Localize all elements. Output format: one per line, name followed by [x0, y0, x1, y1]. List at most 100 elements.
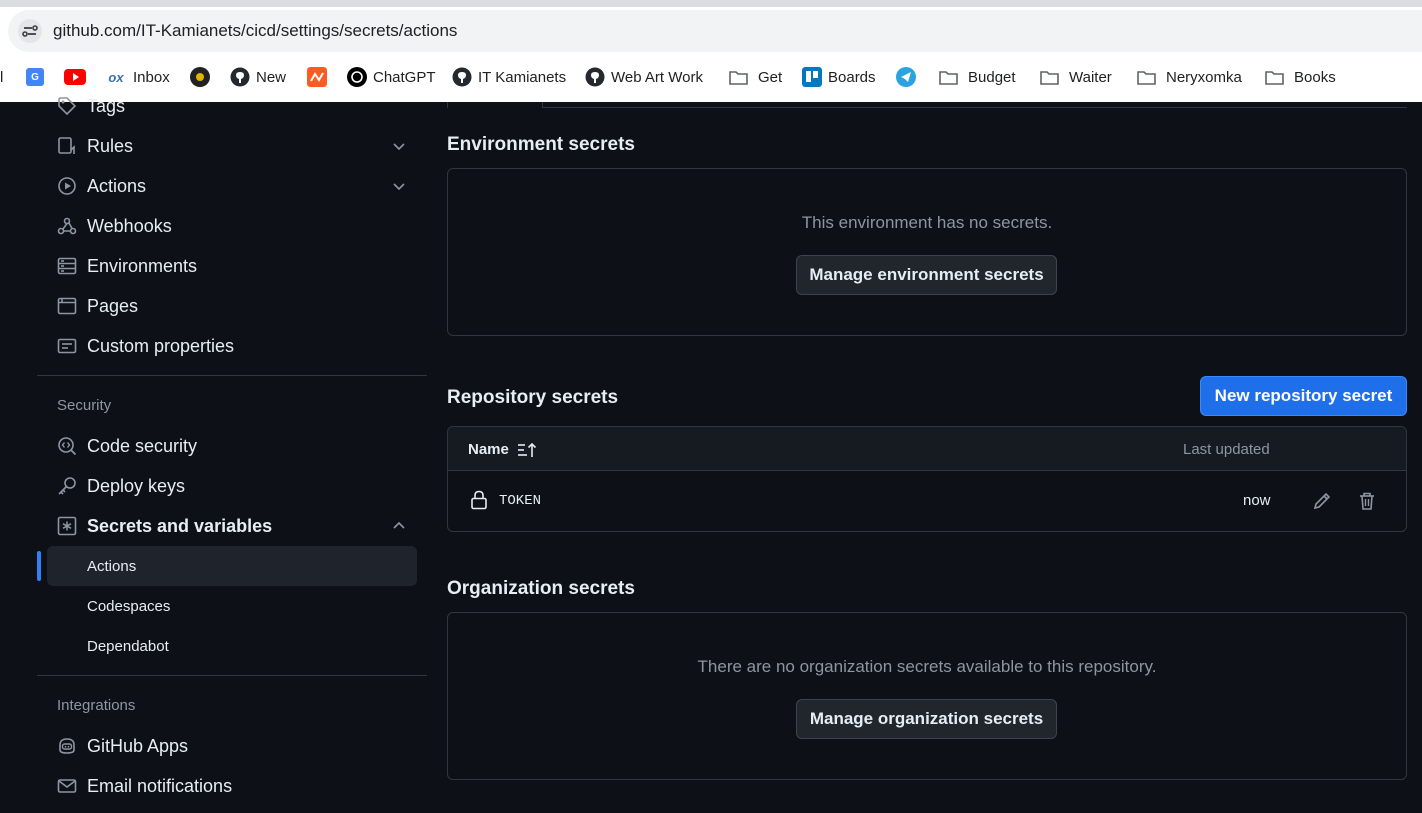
bookmark-label: Neryxomka [1166, 68, 1242, 86]
sidebar-divider [37, 375, 427, 376]
bookmark-waiter[interactable]: Waiter [1040, 62, 1112, 92]
bookmark-label: Inbox [133, 68, 170, 86]
sidebar-subitem-actions[interactable]: Actions [47, 546, 417, 586]
google-translate-icon: G [26, 68, 44, 86]
sidebar-subitem-dependabot[interactable]: Dependabot [47, 626, 417, 666]
chevron-down-icon[interactable] [391, 138, 407, 154]
bookmark-get[interactable]: Get [729, 62, 782, 92]
chatgpt-icon [347, 67, 367, 87]
bookmark-budget[interactable]: Budget [939, 62, 1016, 92]
column-name-label: Name [468, 441, 509, 458]
folder-icon [1040, 70, 1059, 85]
manage-environment-secrets-button[interactable]: Manage environment secrets [796, 255, 1057, 295]
integrations-heading: Integrations [57, 697, 136, 714]
main-content: Environment secrets This environment has… [447, 102, 1407, 813]
tab-underline [543, 107, 1407, 108]
chevron-down-icon[interactable] [391, 178, 407, 194]
folder-icon [729, 70, 748, 85]
bookmark-label: Boards [828, 68, 876, 86]
environment-empty-text: This environment has no secrets. [801, 213, 1053, 232]
sidebar-item-custom-properties[interactable]: Custom properties [47, 326, 417, 366]
asterisk-icon [57, 516, 77, 536]
chevron-up-icon[interactable] [391, 518, 407, 534]
play-icon [58, 177, 76, 195]
settings-sidebar: Tags Rules Actions Webhooks Environments… [37, 96, 427, 813]
sidebar-item-deploy-keys[interactable]: Deploy keys [47, 466, 417, 506]
organization-secrets-title: Organization secrets [447, 578, 635, 599]
bookmark-neryxomka[interactable]: Neryxomka [1137, 62, 1242, 92]
table-row: TOKEN now [448, 471, 1406, 531]
sidebar-item-environments[interactable]: Environments [47, 246, 417, 286]
bookmark-label: Budget [968, 68, 1016, 86]
repository-secrets-table: Name Last updated TOKEN now [447, 426, 1407, 532]
bookmark-label: Books [1294, 68, 1336, 86]
sidebar-subitem-label: Dependabot [87, 637, 169, 655]
secret-name: TOKEN [499, 493, 542, 509]
secret-last-updated: now [1243, 492, 1271, 509]
ox-inbox-icon: ox [108, 69, 124, 85]
address-bar[interactable]: github.com/IT-Kamianets/cicd/settings/se… [8, 10, 1422, 52]
column-last-updated-header: Last updated [1183, 441, 1270, 458]
bookmark-label: New [256, 68, 287, 86]
sort-ascending-icon[interactable] [517, 442, 539, 458]
sidebar-item-label: Email notifications [87, 775, 233, 796]
bookmark-books[interactable]: Books [1265, 62, 1336, 92]
bookmark-web-art-work[interactable]: Web Art Work [585, 62, 703, 92]
sidebar-item-label: Secrets and variables [87, 515, 273, 536]
pencil-icon[interactable] [1312, 491, 1332, 511]
repository-secrets-title: Repository secrets [447, 387, 619, 408]
sidebar-item-actions[interactable]: Actions [47, 166, 417, 206]
bookmark-it-kamianets[interactable]: IT Kamianets [452, 62, 566, 92]
sidebar-item-code-security[interactable]: Code security [47, 426, 417, 466]
folder-icon [1265, 70, 1284, 85]
url-text[interactable]: github.com/IT-Kamianets/cicd/settings/se… [53, 21, 457, 41]
sidebar-item-label: Code security [87, 435, 198, 456]
sidebar-item-email-notifications[interactable]: Email notifications [47, 766, 417, 806]
table-header: Name Last updated [448, 427, 1406, 471]
tab-remnant [447, 102, 543, 108]
sidebar-item-label: Actions [87, 175, 147, 196]
sidebar-item-label: Pages [87, 295, 139, 316]
active-indicator [37, 551, 41, 581]
trash-icon[interactable] [1357, 491, 1377, 511]
sidebar-item-github-apps[interactable]: GitHub Apps [47, 726, 417, 766]
bookmark-cut[interactable]: l [0, 62, 3, 92]
sidebar-divider [37, 675, 427, 676]
sidebar-item-webhooks[interactable]: Webhooks [47, 206, 417, 246]
new-repository-secret-button[interactable]: New repository secret [1200, 376, 1407, 416]
tab-strip [0, 0, 1422, 7]
sidebar-item-secrets-and-variables[interactable]: Secrets and variables [47, 506, 417, 546]
webhook-icon [57, 217, 77, 235]
manage-organization-secrets-button[interactable]: Manage organization secrets [796, 699, 1057, 739]
bookmark-boards[interactable]: Boards [802, 62, 876, 92]
sidebar-item-label: GitHub Apps [87, 735, 189, 756]
orange-app-icon [307, 67, 327, 87]
trello-icon [802, 67, 822, 87]
environment-secrets-box: This environment has no secrets. Manage … [447, 168, 1407, 336]
sidebar-item-label: Environments [87, 255, 198, 276]
sidebar-subitem-label: Codespaces [87, 597, 171, 615]
spider-icon [190, 67, 210, 87]
lock-icon [471, 490, 487, 510]
bookmark-label: IT Kamianets [478, 68, 567, 86]
bookmark-label: Get [758, 68, 783, 86]
bookmark-label: Web Art Work [611, 68, 703, 86]
environment-secrets-title: Environment secrets [447, 134, 635, 155]
sidebar-item-label: Webhooks [87, 215, 172, 236]
bookmark-translate[interactable]: G [26, 62, 50, 92]
sidebar-item-tags[interactable]: Tags [47, 86, 417, 126]
sidebar-item-rules[interactable]: Rules [47, 126, 417, 166]
github-icon [230, 67, 250, 87]
bookmark-telegram[interactable] [896, 62, 922, 92]
sidebar-item-pages[interactable]: Pages [47, 286, 417, 326]
copilot-icon [59, 738, 75, 754]
sidebar-item-label: Deploy keys [87, 475, 186, 496]
site-settings-icon[interactable] [18, 19, 42, 43]
sidebar-item-label: Rules [87, 135, 134, 156]
github-icon [452, 67, 472, 87]
security-heading: Security [57, 397, 112, 414]
server-icon [57, 257, 77, 275]
column-name-header[interactable]: Name [468, 441, 539, 458]
folder-icon [1137, 70, 1156, 85]
sidebar-subitem-codespaces[interactable]: Codespaces [47, 586, 417, 626]
